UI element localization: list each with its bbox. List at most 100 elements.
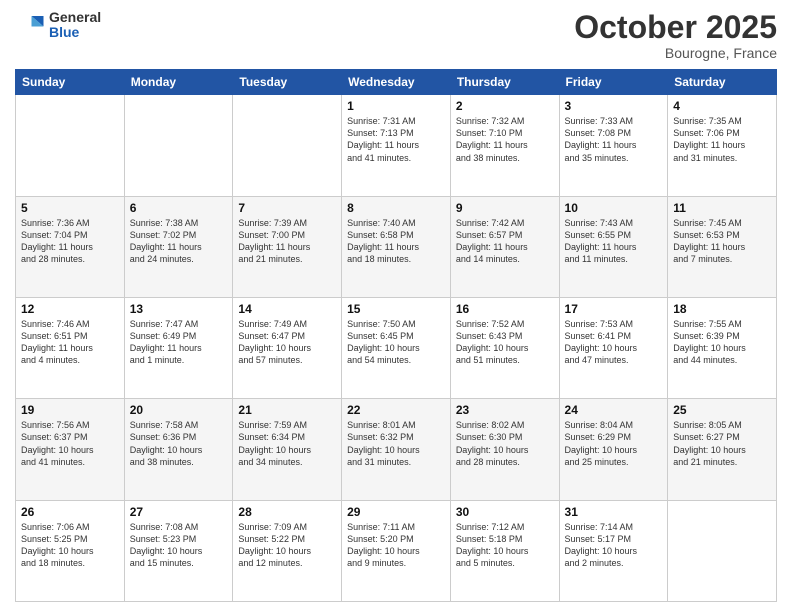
day-info: Sunrise: 7:53 AM Sunset: 6:41 PM Dayligh…	[565, 318, 663, 367]
logo-icon	[15, 10, 45, 40]
day-info: Sunrise: 7:46 AM Sunset: 6:51 PM Dayligh…	[21, 318, 119, 367]
calendar-cell: 4 Sunrise: 7:35 AM Sunset: 7:06 PM Daylig…	[668, 95, 777, 196]
calendar-cell: 13Sunrise: 7:47 AM Sunset: 6:49 PM Dayli…	[124, 297, 233, 398]
day-number: 11	[673, 201, 771, 215]
day-info: Sunrise: 7:33 AM Sunset: 7:08 PM Dayligh…	[565, 115, 663, 164]
day-number: 9	[456, 201, 554, 215]
day-info: Sunrise: 7:14 AM Sunset: 5:17 PM Dayligh…	[565, 521, 663, 570]
day-number: 3	[565, 99, 663, 113]
day-header-thursday: Thursday	[450, 70, 559, 95]
day-info: Sunrise: 7:58 AM Sunset: 6:36 PM Dayligh…	[130, 419, 228, 468]
calendar-cell: 17Sunrise: 7:53 AM Sunset: 6:41 PM Dayli…	[559, 297, 668, 398]
day-info: Sunrise: 7:38 AM Sunset: 7:02 PM Dayligh…	[130, 217, 228, 266]
calendar-cell: 25 Sunrise: 8:05 AM Sunset: 6:27 PM Dayli…	[668, 399, 777, 500]
calendar-week-2: 5 Sunrise: 7:36 AM Sunset: 7:04 PM Daylig…	[16, 196, 777, 297]
day-header-saturday: Saturday	[668, 70, 777, 95]
day-info: Sunrise: 8:02 AM Sunset: 6:30 PM Dayligh…	[456, 419, 554, 468]
calendar-cell: 9 Sunrise: 7:42 AM Sunset: 6:57 PM Daylig…	[450, 196, 559, 297]
day-header-tuesday: Tuesday	[233, 70, 342, 95]
calendar-cell: 3 Sunrise: 7:33 AM Sunset: 7:08 PM Daylig…	[559, 95, 668, 196]
day-info: Sunrise: 7:55 AM Sunset: 6:39 PM Dayligh…	[673, 318, 771, 367]
day-info: Sunrise: 7:56 AM Sunset: 6:37 PM Dayligh…	[21, 419, 119, 468]
calendar-cell: 18 Sunrise: 7:55 AM Sunset: 6:39 PM Dayli…	[668, 297, 777, 398]
day-info: Sunrise: 7:40 AM Sunset: 6:58 PM Dayligh…	[347, 217, 445, 266]
logo-general-text: General	[49, 10, 101, 25]
calendar-cell: 28 Sunrise: 7:09 AM Sunset: 5:22 PM Dayli…	[233, 500, 342, 601]
calendar-cell: 1Sunrise: 7:31 AM Sunset: 7:13 PM Daylig…	[342, 95, 451, 196]
day-number: 2	[456, 99, 554, 113]
day-number: 30	[456, 505, 554, 519]
day-number: 4	[673, 99, 771, 113]
day-number: 21	[238, 403, 336, 417]
day-number: 8	[347, 201, 445, 215]
day-info: Sunrise: 8:04 AM Sunset: 6:29 PM Dayligh…	[565, 419, 663, 468]
day-number: 19	[21, 403, 119, 417]
calendar-cell: 14Sunrise: 7:49 AM Sunset: 6:47 PM Dayli…	[233, 297, 342, 398]
calendar-week-3: 12Sunrise: 7:46 AM Sunset: 6:51 PM Dayli…	[16, 297, 777, 398]
day-number: 24	[565, 403, 663, 417]
day-number: 1	[347, 99, 445, 113]
day-info: Sunrise: 7:59 AM Sunset: 6:34 PM Dayligh…	[238, 419, 336, 468]
day-header-friday: Friday	[559, 70, 668, 95]
calendar-cell: 11 Sunrise: 7:45 AM Sunset: 6:53 PM Dayli…	[668, 196, 777, 297]
calendar-cell	[16, 95, 125, 196]
day-info: Sunrise: 7:11 AM Sunset: 5:20 PM Dayligh…	[347, 521, 445, 570]
calendar-cell: 31 Sunrise: 7:14 AM Sunset: 5:17 PM Dayli…	[559, 500, 668, 601]
day-number: 18	[673, 302, 771, 316]
day-info: Sunrise: 8:05 AM Sunset: 6:27 PM Dayligh…	[673, 419, 771, 468]
day-info: Sunrise: 7:35 AM Sunset: 7:06 PM Dayligh…	[673, 115, 771, 164]
day-info: Sunrise: 7:32 AM Sunset: 7:10 PM Dayligh…	[456, 115, 554, 164]
day-header-sunday: Sunday	[16, 70, 125, 95]
day-info: Sunrise: 7:52 AM Sunset: 6:43 PM Dayligh…	[456, 318, 554, 367]
day-info: Sunrise: 7:50 AM Sunset: 6:45 PM Dayligh…	[347, 318, 445, 367]
calendar-cell: 10 Sunrise: 7:43 AM Sunset: 6:55 PM Dayli…	[559, 196, 668, 297]
calendar-cell: 27Sunrise: 7:08 AM Sunset: 5:23 PM Dayli…	[124, 500, 233, 601]
day-number: 10	[565, 201, 663, 215]
calendar-cell: 19 Sunrise: 7:56 AM Sunset: 6:37 PM Dayli…	[16, 399, 125, 500]
day-info: Sunrise: 7:43 AM Sunset: 6:55 PM Dayligh…	[565, 217, 663, 266]
day-info: Sunrise: 7:42 AM Sunset: 6:57 PM Dayligh…	[456, 217, 554, 266]
day-header-wednesday: Wednesday	[342, 70, 451, 95]
day-number: 16	[456, 302, 554, 316]
calendar-cell: 12Sunrise: 7:46 AM Sunset: 6:51 PM Dayli…	[16, 297, 125, 398]
day-info: Sunrise: 8:01 AM Sunset: 6:32 PM Dayligh…	[347, 419, 445, 468]
day-info: Sunrise: 7:47 AM Sunset: 6:49 PM Dayligh…	[130, 318, 228, 367]
day-number: 23	[456, 403, 554, 417]
day-number: 25	[673, 403, 771, 417]
day-header-monday: Monday	[124, 70, 233, 95]
day-info: Sunrise: 7:39 AM Sunset: 7:00 PM Dayligh…	[238, 217, 336, 266]
location: Bourogne, France	[574, 45, 777, 61]
logo-blue-text: Blue	[49, 25, 101, 40]
calendar-cell: 20 Sunrise: 7:58 AM Sunset: 6:36 PM Dayli…	[124, 399, 233, 500]
calendar-week-5: 26Sunrise: 7:06 AM Sunset: 5:25 PM Dayli…	[16, 500, 777, 601]
logo-text: General Blue	[49, 10, 101, 41]
day-info: Sunrise: 7:45 AM Sunset: 6:53 PM Dayligh…	[673, 217, 771, 266]
day-number: 26	[21, 505, 119, 519]
header: General Blue October 2025 Bourogne, Fran…	[15, 10, 777, 61]
calendar-cell: 29Sunrise: 7:11 AM Sunset: 5:20 PM Dayli…	[342, 500, 451, 601]
day-number: 31	[565, 505, 663, 519]
calendar-cell: 30Sunrise: 7:12 AM Sunset: 5:18 PM Dayli…	[450, 500, 559, 601]
calendar-cell: 2 Sunrise: 7:32 AM Sunset: 7:10 PM Daylig…	[450, 95, 559, 196]
day-number: 5	[21, 201, 119, 215]
day-info: Sunrise: 7:08 AM Sunset: 5:23 PM Dayligh…	[130, 521, 228, 570]
day-number: 22	[347, 403, 445, 417]
day-number: 6	[130, 201, 228, 215]
day-number: 28	[238, 505, 336, 519]
month-title: October 2025	[574, 10, 777, 45]
title-area: October 2025 Bourogne, France	[574, 10, 777, 61]
calendar-cell	[124, 95, 233, 196]
calendar-cell	[233, 95, 342, 196]
calendar-cell: 15Sunrise: 7:50 AM Sunset: 6:45 PM Dayli…	[342, 297, 451, 398]
calendar-table: SundayMondayTuesdayWednesdayThursdayFrid…	[15, 69, 777, 602]
page: General Blue October 2025 Bourogne, Fran…	[0, 0, 792, 612]
day-info: Sunrise: 7:36 AM Sunset: 7:04 PM Dayligh…	[21, 217, 119, 266]
day-number: 20	[130, 403, 228, 417]
calendar-cell: 16 Sunrise: 7:52 AM Sunset: 6:43 PM Dayli…	[450, 297, 559, 398]
calendar-cell: 23 Sunrise: 8:02 AM Sunset: 6:30 PM Dayli…	[450, 399, 559, 500]
calendar-cell: 6 Sunrise: 7:38 AM Sunset: 7:02 PM Daylig…	[124, 196, 233, 297]
calendar-cell: 7Sunrise: 7:39 AM Sunset: 7:00 PM Daylig…	[233, 196, 342, 297]
calendar-cell: 5 Sunrise: 7:36 AM Sunset: 7:04 PM Daylig…	[16, 196, 125, 297]
day-info: Sunrise: 7:09 AM Sunset: 5:22 PM Dayligh…	[238, 521, 336, 570]
calendar-cell: 21 Sunrise: 7:59 AM Sunset: 6:34 PM Dayli…	[233, 399, 342, 500]
